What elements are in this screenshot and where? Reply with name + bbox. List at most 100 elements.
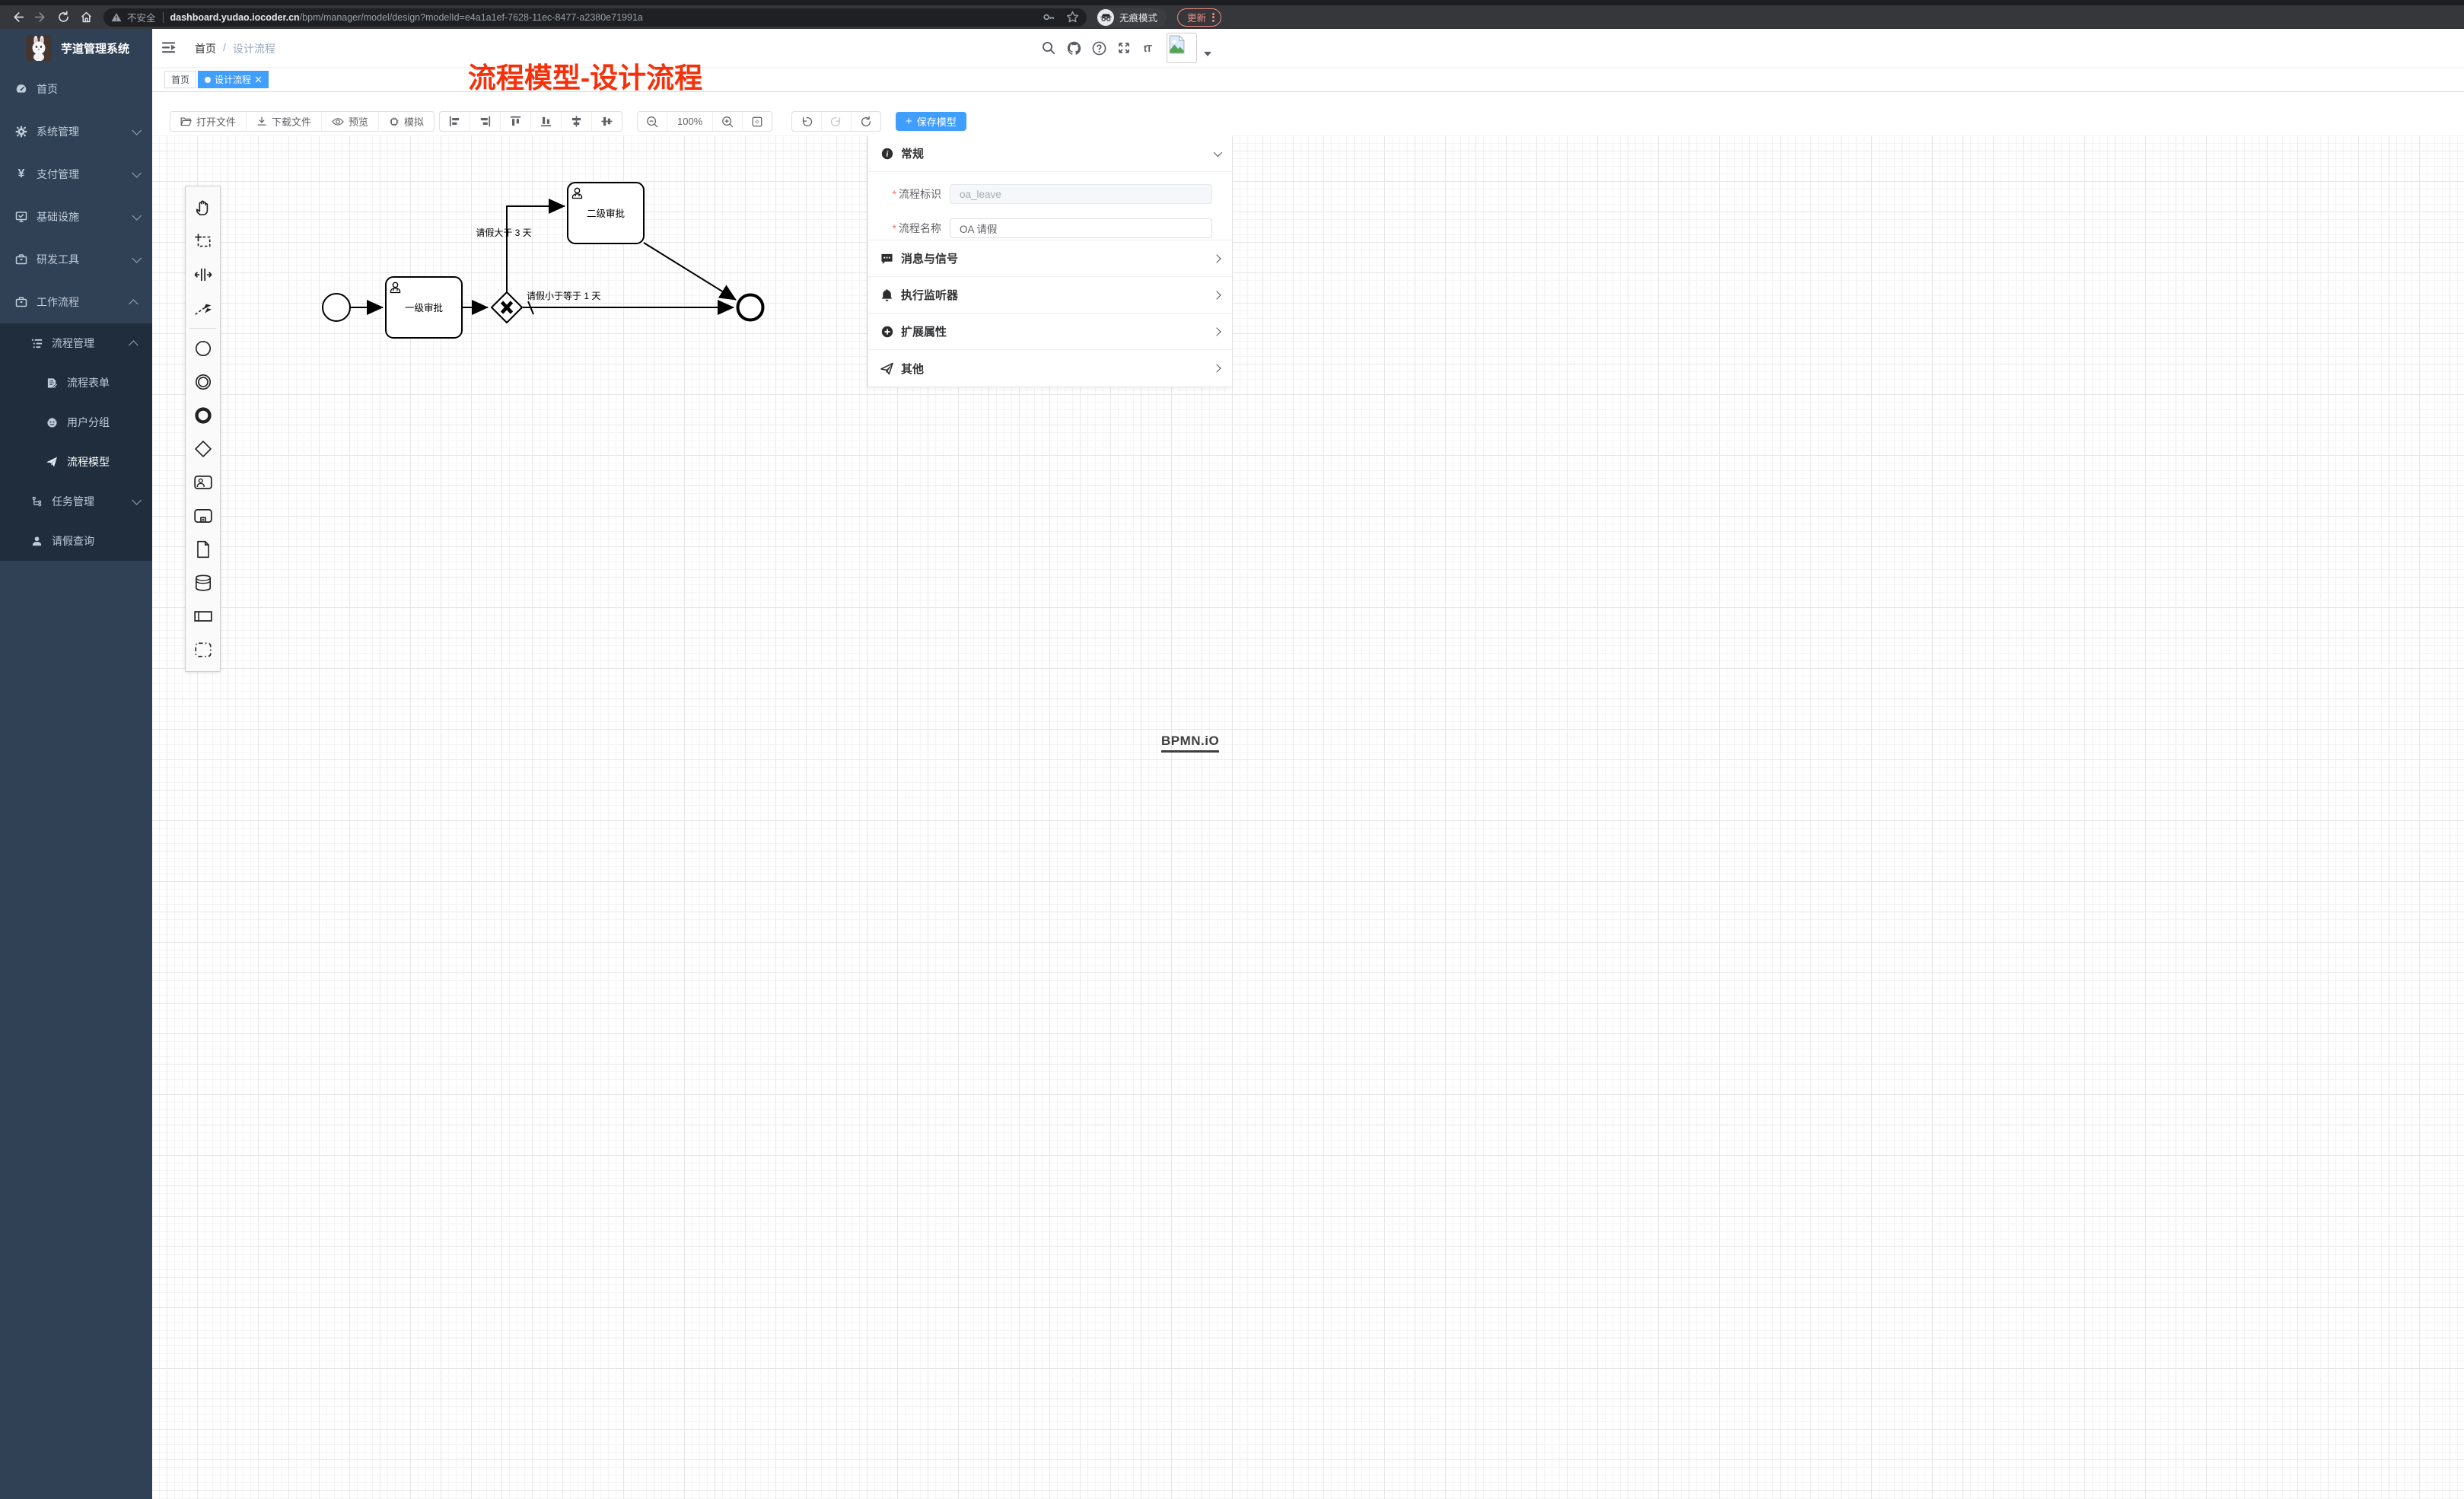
sidebar-item-process-management[interactable]: 流程管理: [0, 323, 152, 363]
browser-update-button[interactable]: 更新: [1177, 8, 1221, 27]
font-size-icon: tT: [1144, 43, 1151, 54]
browser-reload-button[interactable]: [52, 8, 75, 27]
general-fields: *流程标识 *流程名称: [868, 172, 1232, 240]
fullscreen-icon: [1117, 41, 1131, 55]
align-right-button[interactable]: [470, 112, 500, 131]
simulate-button[interactable]: 模拟: [378, 112, 434, 131]
exclusive-gateway[interactable]: [492, 292, 522, 323]
process-name-input[interactable]: [950, 218, 1212, 238]
file-button-group: 打开文件 下载文件 预览 模拟: [170, 111, 435, 132]
panel-section-other[interactable]: 其他: [868, 350, 1232, 387]
panel-section-execution-listener[interactable]: 执行监听器: [868, 277, 1232, 313]
align-center-horizontal-button[interactable]: [561, 112, 591, 131]
bpmn-canvas[interactable]: 一级审批: [152, 135, 2464, 1499]
sidebar-collapse-button[interactable]: [162, 41, 177, 58]
flow-gateway-to-task2[interactable]: [507, 206, 565, 292]
password-key-icon[interactable]: [1043, 11, 1055, 24]
tab-design-process[interactable]: 设计流程: [198, 71, 269, 88]
header-search-button[interactable]: [1041, 40, 1056, 56]
align-bottom-button[interactable]: [530, 112, 561, 131]
sidebar-item-infra[interactable]: 基础设施: [0, 196, 152, 238]
preview-button[interactable]: 预览: [321, 112, 378, 131]
restart-button[interactable]: [851, 112, 880, 131]
condition-label-le1[interactable]: 请假小于等于 1 天: [527, 291, 600, 301]
security-label[interactable]: 不安全: [127, 10, 156, 24]
save-model-button[interactable]: + 保存模型: [896, 112, 966, 131]
browser-home-button[interactable]: [75, 8, 97, 27]
sidebar-item-process-model[interactable]: 流程模型: [0, 442, 152, 482]
sidebar-item-label: 流程模型: [67, 454, 110, 469]
incognito-label: 无痕模式: [1119, 10, 1157, 24]
start-event[interactable]: [323, 294, 350, 321]
main-header: 首页 / 设计流程 tT: [152, 29, 2464, 67]
home-icon: [80, 11, 93, 24]
sidebar-item-workflow[interactable]: 工作流程: [0, 281, 152, 323]
zoom-out-button[interactable]: [638, 112, 667, 131]
app-logo-row[interactable]: 芋道管理系统: [0, 29, 152, 67]
close-icon[interactable]: [255, 76, 262, 83]
end-event[interactable]: [738, 295, 763, 320]
fit-viewport-button[interactable]: [742, 112, 772, 131]
panel-section-extended-attributes[interactable]: 扩展属性: [868, 313, 1232, 350]
tab-home[interactable]: 首页: [164, 71, 196, 88]
open-file-button[interactable]: 打开文件: [170, 112, 246, 131]
eye-icon: [332, 117, 344, 126]
process-key-input[interactable]: [950, 184, 1212, 204]
panel-section-general[interactable]: i 常规: [868, 135, 1232, 172]
align-top-icon: [509, 115, 522, 128]
bpmn-diagram[interactable]: 一级审批: [152, 135, 867, 706]
field-process-key: *流程标识: [868, 180, 1232, 208]
browser-back-button[interactable]: [6, 8, 29, 27]
user-task-level1[interactable]: 一级审批: [386, 277, 462, 338]
align-center-horizontal-icon: [570, 115, 583, 128]
header-fullscreen-button[interactable]: [1116, 40, 1132, 56]
address-bar[interactable]: 不安全 dashboard.yudao.iocoder.cn/bpm/manag…: [103, 8, 1087, 27]
panel-section-message-signal[interactable]: 消息与信号: [868, 240, 1232, 277]
zoom-in-icon: [721, 116, 734, 128]
browser-forward-button[interactable]: [29, 8, 52, 27]
bpmn-io-logo-text: BPMN.iO: [1161, 734, 1219, 749]
sidebar-item-home[interactable]: 首页: [0, 68, 152, 110]
header-font-size-button[interactable]: tT: [1140, 40, 1155, 56]
sidebar-item-system[interactable]: 系统管理: [0, 110, 152, 153]
bpmn-designer: 打开文件 下载文件 预览 模拟: [152, 92, 2464, 1499]
condition-label-gt3[interactable]: 请假大于 3 天: [476, 228, 531, 238]
sidebar-item-leave-query[interactable]: 请假查询: [0, 521, 152, 561]
chevron-down-icon: [132, 495, 142, 505]
align-left-icon: [448, 115, 461, 128]
align-left-button[interactable]: [440, 112, 470, 131]
bpmn-io-watermark[interactable]: BPMN.iO: [1161, 734, 1219, 753]
undo-button[interactable]: [792, 112, 821, 131]
header-help-button[interactable]: [1091, 40, 1106, 56]
align-top-button[interactable]: [500, 112, 530, 131]
breadcrumb-home[interactable]: 首页: [195, 41, 216, 56]
zoom-in-button[interactable]: [712, 112, 742, 131]
yen-icon: ¥: [15, 168, 27, 180]
sidebar-item-process-form[interactable]: 流程表单: [0, 363, 152, 403]
header-github-button[interactable]: [1066, 40, 1081, 56]
app-logo: [26, 35, 52, 61]
download-file-button[interactable]: 下载文件: [246, 112, 321, 131]
update-label: 更新: [1187, 10, 1206, 24]
field-process-name: *流程名称: [868, 214, 1232, 243]
align-center-vertical-button[interactable]: [591, 112, 622, 131]
align-bottom-icon: [540, 115, 552, 128]
user-task-level2[interactable]: 二级审批: [568, 183, 644, 243]
monitor-check-icon: [15, 211, 27, 223]
browser-menu-icon[interactable]: [1212, 11, 1214, 23]
avatar-caret-icon[interactable]: [1204, 52, 1211, 56]
sidebar-item-label: 支付管理: [37, 167, 79, 182]
sidebar-item-task-management[interactable]: 任务管理: [0, 482, 152, 521]
bookmark-star-icon[interactable]: [1066, 11, 1079, 24]
preview-label: 预览: [349, 114, 368, 129]
zoom-level[interactable]: 100%: [667, 112, 712, 131]
sidebar-item-payment[interactable]: ¥ 支付管理: [0, 153, 152, 196]
document-edit-icon: [46, 377, 58, 389]
flow-task2-to-end[interactable]: [644, 243, 736, 300]
field-label: 流程名称: [899, 222, 941, 234]
sidebar-item-user-group[interactable]: 用户分组: [0, 403, 152, 442]
redo-button[interactable]: [821, 112, 851, 131]
sidebar-item-label: 用户分组: [67, 415, 110, 430]
avatar[interactable]: [1167, 33, 1197, 63]
sidebar-item-devtools[interactable]: 研发工具: [0, 238, 152, 281]
